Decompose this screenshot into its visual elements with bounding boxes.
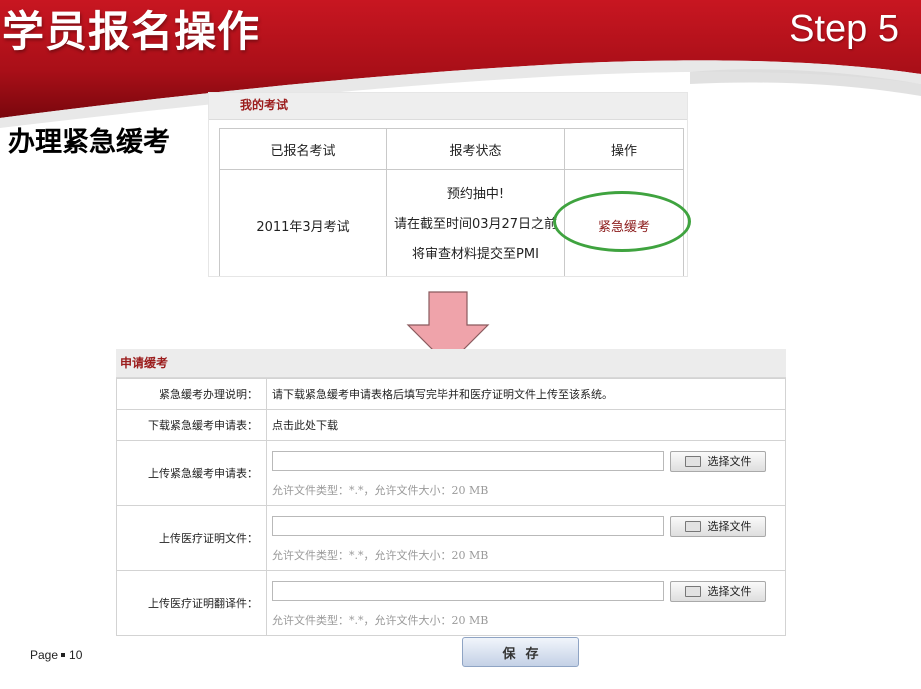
page-number-value: 10 xyxy=(69,648,83,662)
upload-hint: 允许文件类型：*.*，允许文件大小：20 MB xyxy=(272,483,489,497)
choose-file-button[interactable]: 选择文件 xyxy=(670,580,766,602)
upload-application-input[interactable] xyxy=(272,451,664,471)
status-line: 将审查材料提交至PMI xyxy=(412,247,539,262)
upload-application-label: 上传紧急缓考申请表： xyxy=(116,440,267,506)
choose-file-label: 选择文件 xyxy=(707,455,752,468)
form-row-instructions: 紧急缓考办理说明： 请下载紧急缓考申请表格后填写完毕并和医疗证明文件上传至该系统… xyxy=(116,378,786,410)
exam-name-cell: 2011年3月考试 xyxy=(219,169,387,276)
save-button[interactable]: 保存 xyxy=(462,637,579,667)
choose-file-label: 选择文件 xyxy=(707,585,752,598)
slide-title: 学员报名操作 xyxy=(2,7,261,56)
instructions-label: 紧急缓考办理说明： xyxy=(116,378,267,410)
apply-deferral-panel: 申请缓考 紧急缓考办理说明： 请下载紧急缓考申请表格后填写完毕并和医疗证明文件上… xyxy=(116,349,786,677)
exam-status-cell: 预约抽中! 请在截至时间03月27日之前 将审查材料提交至PMI xyxy=(386,169,565,276)
download-label: 下载紧急缓考申请表： xyxy=(116,409,267,441)
apply-deferral-title: 申请缓考 xyxy=(116,349,786,378)
choose-file-label: 选择文件 xyxy=(707,520,752,533)
highlight-ring xyxy=(553,191,691,252)
upload-hint: 允许文件类型：*.*，允许文件大小：20 MB xyxy=(272,613,489,627)
upload-medical-label: 上传医疗证明文件： xyxy=(116,505,267,571)
column-header-exam: 已报名考试 xyxy=(219,128,387,170)
upload-medical-input[interactable] xyxy=(272,516,664,536)
column-header-action: 操作 xyxy=(564,128,684,170)
upload-translation-label: 上传医疗证明翻译件： xyxy=(116,570,267,636)
page-number: Page 10 xyxy=(30,648,82,662)
column-header-status: 报考状态 xyxy=(386,128,565,170)
form-row-upload-medical: 上传医疗证明文件： 选择文件 允许文件类型：*.*，允许文件大小：20 MB xyxy=(116,505,786,571)
status-line: 预约抽中! xyxy=(446,187,505,202)
upload-translation-input[interactable] xyxy=(272,581,664,601)
file-icon xyxy=(684,585,701,597)
table-header-row: 已报名考试 报考状态 操作 xyxy=(219,128,684,170)
choose-file-button[interactable]: 选择文件 xyxy=(670,450,766,472)
form-row-download: 下载紧急缓考申请表： 点击此处下载 xyxy=(116,409,786,441)
file-icon xyxy=(684,455,701,467)
page-label: Page xyxy=(30,648,59,662)
bullet-icon xyxy=(61,652,66,657)
my-exams-title: 我的考试 xyxy=(209,93,687,120)
download-form-link[interactable]: 点击此处下载 xyxy=(272,419,338,432)
file-icon xyxy=(684,520,701,532)
instructions-text: 请下载紧急缓考申请表格后填写完毕并和医疗证明文件上传至该系统。 xyxy=(266,378,786,410)
slide-subtitle: 办理紧急缓考 xyxy=(8,127,170,158)
status-line: 请在截至时间03月27日之前 xyxy=(393,217,558,232)
step-label: Step 5 xyxy=(789,8,899,50)
form-row-upload-translation: 上传医疗证明翻译件： 选择文件 允许文件类型：*.*，允许文件大小：20 MB xyxy=(116,570,786,636)
form-row-upload-application: 上传紧急缓考申请表： 选择文件 允许文件类型：*.*，允许文件大小：20 MB xyxy=(116,440,786,506)
choose-file-button[interactable]: 选择文件 xyxy=(670,515,766,537)
upload-hint: 允许文件类型：*.*，允许文件大小：20 MB xyxy=(272,548,489,562)
apply-deferral-form: 紧急缓考办理说明： 请下载紧急缓考申请表格后填写完毕并和医疗证明文件上传至该系统… xyxy=(116,378,786,636)
